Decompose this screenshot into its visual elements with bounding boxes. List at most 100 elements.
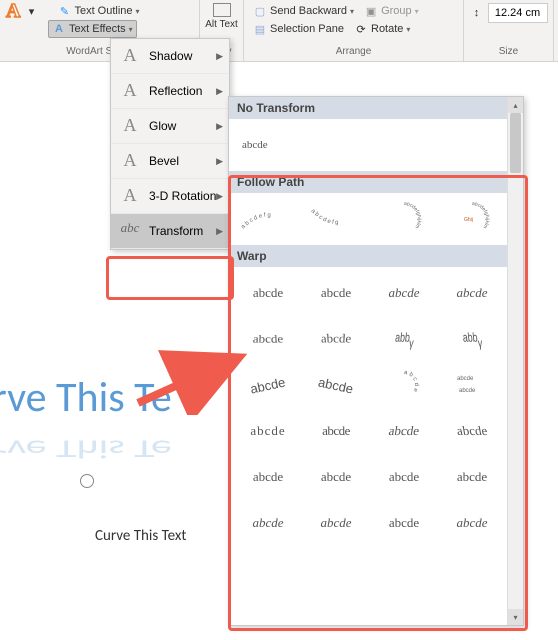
submenu-arrow-icon: ▶: [216, 156, 223, 167]
text-effects-icon: A: [52, 22, 66, 36]
height-icon: ↕: [470, 6, 484, 20]
dropdown-icon[interactable]: ▾: [24, 4, 38, 18]
group-label: Group: [381, 5, 412, 17]
submenu-arrow-icon: ▶: [216, 51, 223, 62]
menu-shadow[interactable]: A Shadow ▶: [111, 39, 229, 74]
transform-icon: abc: [119, 220, 141, 242]
svg-text:Ghij: Ghij: [464, 217, 473, 223]
preset-warp[interactable]: abcde: [303, 501, 369, 545]
preset-button[interactable]: abcdefghijklmGhij: [439, 197, 505, 241]
menu-bevel-label: Bevel: [149, 154, 179, 168]
text-outline-icon: ✎: [57, 4, 71, 18]
submenu-arrow-icon: ▶: [216, 191, 223, 202]
group-button: ▣ Group ▾: [361, 3, 422, 19]
preset-warp[interactable]: abcde: [231, 321, 306, 361]
text-outline-button[interactable]: ✎ Text Outline ▾: [54, 3, 142, 19]
alt-text-button[interactable]: Alt Text: [202, 2, 241, 38]
preset-warp[interactable]: a b c d e: [371, 363, 437, 407]
preset-warp[interactable]: abcde: [371, 501, 437, 545]
chevron-down-icon: ▾: [129, 25, 133, 34]
rotate-icon: ⟳: [354, 22, 368, 36]
menu-3d-rotation[interactable]: A 3-D Rotation ▶: [111, 179, 229, 214]
preset-warp[interactable]: abcde: [367, 409, 441, 453]
preset-warp[interactable]: abcde: [439, 455, 505, 499]
preset-warp[interactable]: abcde: [303, 455, 369, 499]
send-backward-label: Send Backward: [270, 5, 347, 17]
text-effects-menu: A Shadow ▶ A Reflection ▶ A Glow ▶ A Bev…: [110, 38, 230, 250]
rotate-handle[interactable]: [80, 474, 94, 488]
text-outline-label: Text Outline: [74, 5, 132, 17]
preset-warp[interactable]: abcde: [303, 409, 369, 453]
preset-warp[interactable]: ᵃᵇᵇᵧ: [371, 317, 437, 361]
wordart-text[interactable]: urve This Te: [0, 372, 172, 423]
selection-pane-button[interactable]: ▤ Selection Pane: [250, 21, 347, 37]
chevron-down-icon: ▾: [136, 7, 140, 16]
warp-header: Warp: [229, 245, 523, 267]
svg-text:abcde: abcde: [459, 388, 476, 394]
preset-warp[interactable]: abcde: [439, 271, 505, 315]
chevron-down-icon: ▾: [415, 7, 419, 16]
menu-glow[interactable]: A Glow ▶: [111, 109, 229, 144]
preset-warp[interactable]: abcde: [235, 455, 301, 499]
selection-pane-label: Selection Pane: [270, 23, 344, 35]
send-backward-button[interactable]: ▢ Send Backward ▾: [250, 3, 357, 19]
glow-icon: A: [119, 115, 141, 137]
preset-warp[interactable]: abcde: [235, 363, 301, 407]
menu-reflection[interactable]: A Reflection ▶: [111, 74, 229, 109]
preset-warp[interactable]: abcde: [371, 271, 437, 315]
menu-reflection-label: Reflection: [149, 84, 202, 98]
ribbon: A ▾ ✎ Text Outline ▾ A Text Effects ▾ Wo…: [0, 0, 558, 62]
chevron-down-icon: ▾: [350, 7, 354, 16]
submenu-scrollbar[interactable]: ▴ ▾: [507, 97, 523, 625]
preset-warp[interactable]: abcde: [303, 363, 369, 407]
size-group-label: Size: [499, 46, 518, 59]
menu-glow-label: Glow: [149, 119, 176, 133]
svg-text:a b c d e: a b c d e: [404, 370, 419, 393]
shadow-icon: A: [119, 45, 141, 67]
preset-warp[interactable]: abcde abcde: [439, 363, 505, 407]
transform-submenu: No Transform abcde Follow Path a b c d e…: [228, 96, 524, 626]
preset-warp[interactable]: abcde: [235, 501, 301, 545]
menu-transform[interactable]: abc Transform ▶: [111, 214, 229, 249]
arrange-group-label: Arrange: [250, 46, 457, 59]
svg-text:a b c d e f g: a b c d e f g: [310, 208, 339, 226]
size-group: ↕ Size: [464, 0, 554, 61]
menu-rotation-label: 3-D Rotation: [149, 189, 216, 203]
preset-warp[interactable]: ᵃᵇᵇᵧ: [439, 317, 505, 361]
arrange-group: ▢ Send Backward ▾ ▣ Group ▾ ▤ Selection …: [244, 0, 464, 61]
follow-path-header: Follow Path: [229, 171, 523, 193]
preset-circle[interactable]: abcdefghijklm: [371, 197, 437, 241]
plain-text[interactable]: Curve This Text: [95, 527, 186, 545]
rotation-icon: A: [119, 185, 141, 207]
chevron-down-icon: ▾: [406, 25, 410, 34]
submenu-arrow-icon: ▶: [216, 86, 223, 97]
preset-warp[interactable]: abcde: [439, 501, 505, 545]
preset-warp[interactable]: abcde: [299, 316, 374, 356]
preset-warp[interactable]: abcde: [235, 409, 301, 453]
preset-arch-down[interactable]: a b c d e f g: [303, 197, 369, 241]
preset-warp[interactable]: abcde: [303, 271, 369, 315]
no-transform-header: No Transform: [229, 97, 523, 119]
send-backward-icon: ▢: [253, 4, 267, 18]
preset-warp[interactable]: abcde: [435, 409, 509, 453]
scroll-up-icon[interactable]: ▴: [508, 97, 523, 113]
menu-transform-label: Transform: [149, 224, 203, 238]
preset-warp[interactable]: abcde: [371, 455, 437, 499]
group-icon: ▣: [364, 4, 378, 18]
scroll-thumb[interactable]: [510, 113, 521, 173]
rotate-button[interactable]: ⟳ Rotate ▾: [351, 21, 413, 37]
submenu-arrow-icon: ▶: [216, 121, 223, 132]
svg-text:abcdefghijklm: abcdefghijklm: [472, 201, 490, 229]
svg-text:a b c d e f g: a b c d e f g: [240, 212, 271, 230]
preset-no-transform[interactable]: abcde: [235, 123, 301, 167]
rotate-label: Rotate: [371, 23, 403, 35]
preset-warp[interactable]: abcde: [235, 271, 301, 315]
alt-text-icon: [213, 3, 231, 17]
preset-arch-up[interactable]: a b c d e f g: [235, 197, 301, 241]
scroll-down-icon[interactable]: ▾: [508, 609, 523, 625]
height-input[interactable]: [488, 3, 548, 23]
svg-text:abcde: abcde: [457, 376, 474, 382]
text-effects-button[interactable]: A Text Effects ▾: [48, 20, 137, 38]
menu-bevel[interactable]: A Bevel ▶: [111, 144, 229, 179]
warp-presets: abcde abcde abcde abcde abcde abcde ᵃᵇᵇᵧ…: [229, 267, 523, 549]
